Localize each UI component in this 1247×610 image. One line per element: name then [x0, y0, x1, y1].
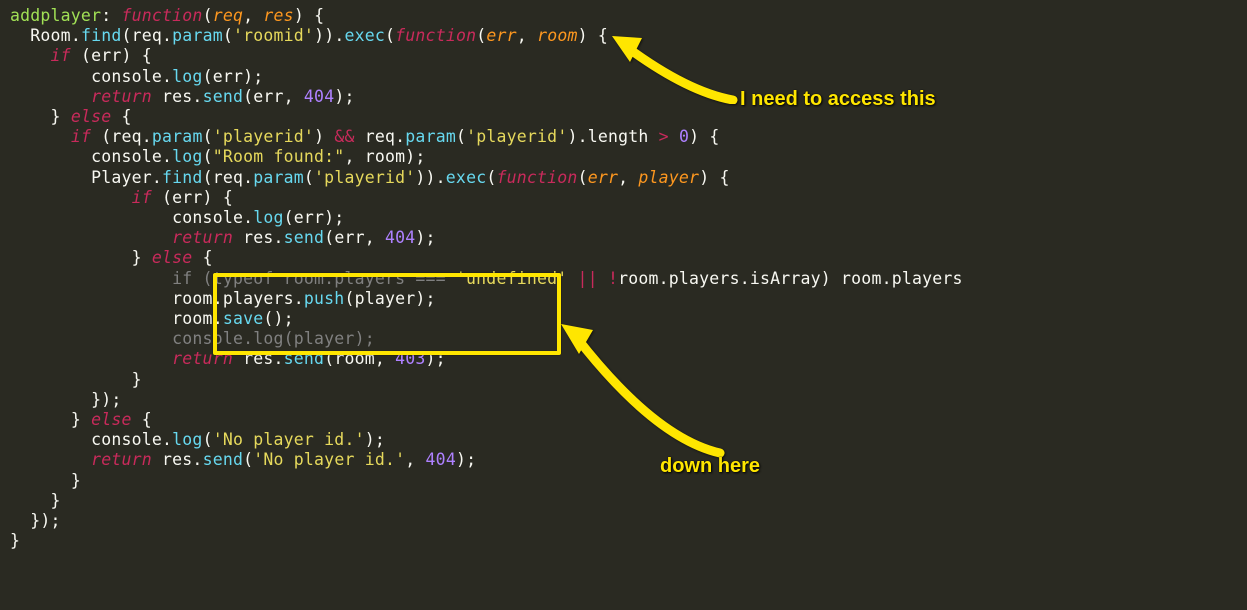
- code-line: return res.send('No player id.', 404);: [10, 450, 476, 469]
- arrow-bottom-icon: [555, 318, 725, 458]
- code-line: });: [10, 390, 121, 409]
- code-line: Room.find(req.param('roomid')).exec(func…: [10, 26, 608, 45]
- code-line: console.log("Room found:", room);: [10, 147, 426, 166]
- code-line: });: [10, 511, 61, 530]
- code-line: if (err) {: [10, 46, 152, 65]
- code-line: }: [10, 491, 61, 510]
- code-line: return res.send(err, 404);: [10, 228, 436, 247]
- code-line: }: [10, 370, 142, 389]
- code-line: if (err) {: [10, 188, 233, 207]
- code-line: }: [10, 531, 20, 550]
- code-line: return res.send(err, 404);: [10, 87, 355, 106]
- code-line: addplayer: function(req, res) {: [10, 6, 324, 25]
- code-line: console.log(err);: [10, 208, 344, 227]
- code-line: Player.find(req.param('playerid')).exec(…: [10, 168, 730, 187]
- code-line: }: [10, 471, 81, 490]
- code-line: if (req.param('playerid') && req.param('…: [10, 127, 720, 146]
- code-line: console.log('No player id.');: [10, 430, 385, 449]
- code-line: } else {: [10, 107, 132, 126]
- arrow-top-icon: [608, 32, 738, 104]
- code-line: } else {: [10, 410, 152, 429]
- code-line: console.log(err);: [10, 67, 263, 86]
- highlight-box: [213, 273, 561, 355]
- code-line: } else {: [10, 248, 213, 267]
